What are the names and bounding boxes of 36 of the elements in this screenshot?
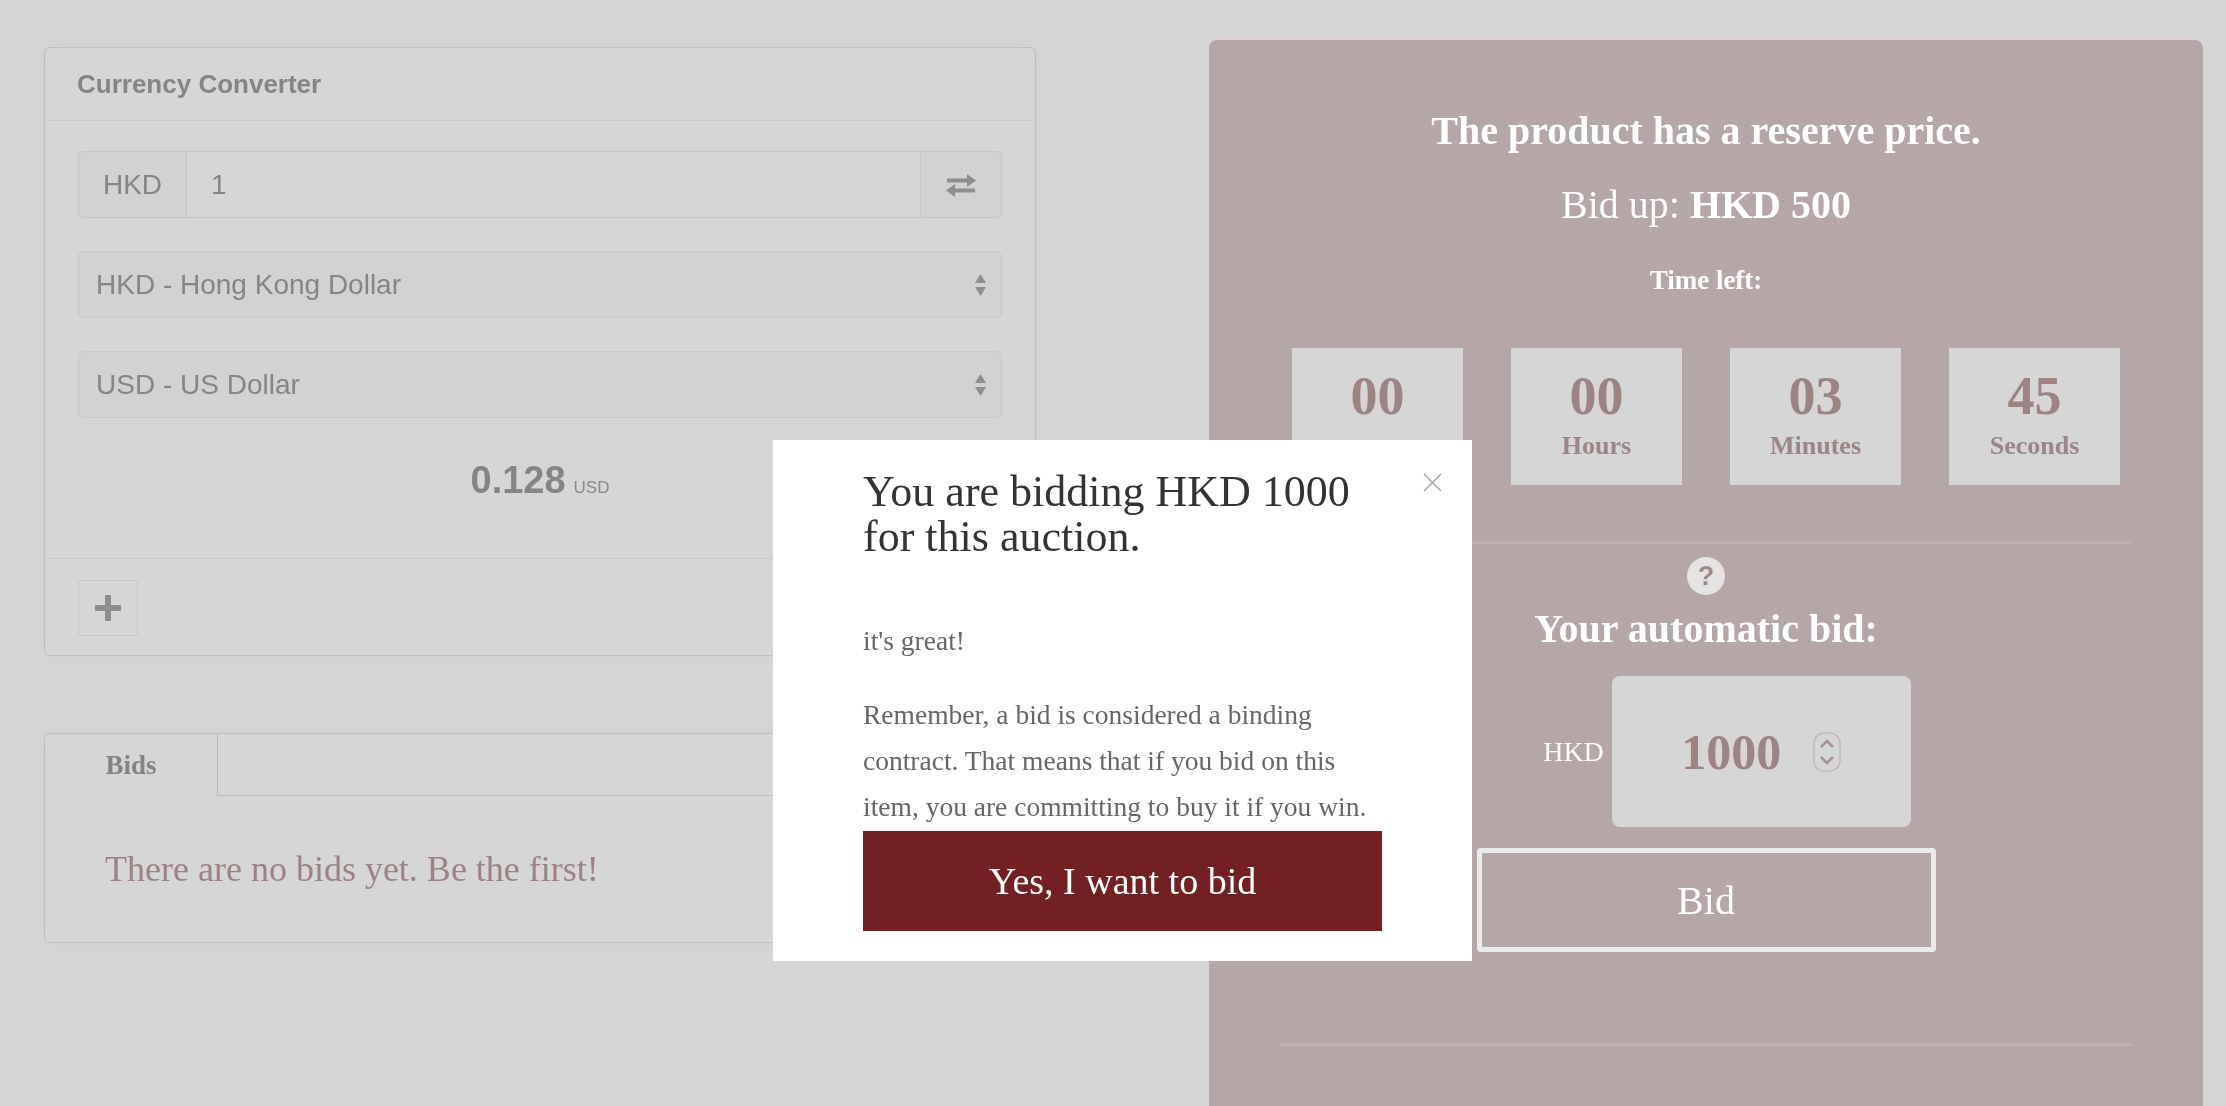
close-icon[interactable] [1423, 473, 1442, 492]
countdown-value: 03 [1788, 366, 1843, 426]
time-left-label: Time left: [1649, 265, 1763, 296]
countdown-value: 00 [1569, 366, 1624, 426]
countdown-unit: Seconds [1989, 431, 2080, 461]
bid-currency-label: HKD [1543, 735, 1604, 768]
empty-bids-message: There are no bids yet. Be the first! [105, 849, 599, 890]
select-arrows-icon [974, 271, 987, 298]
bid-amount-field[interactable]: 1000 [1611, 676, 1911, 827]
plus-icon [95, 595, 121, 621]
automatic-bid-title: Your automatic bid: [1534, 606, 1878, 652]
dialog-subtitle: it's great! [863, 624, 966, 658]
countdown-value: 45 [2007, 366, 2062, 426]
dialog-message: Remember, a bid is considered a binding contract. That means that if you bid on this item, you are committing to buy it if you win. [863, 698, 1368, 824]
select-arrows-icon [974, 371, 987, 398]
bid-button[interactable]: Bid [1476, 848, 1936, 952]
card-title: Currency Converter [77, 68, 322, 100]
countdown-unit: Hours [1561, 431, 1632, 461]
result-currency: USD [573, 478, 610, 498]
bids-tab[interactable]: Bids [45, 734, 218, 796]
dialog-title: You are bidding HKD 1000 for this auction. [863, 469, 1351, 559]
confirm-bid-button[interactable]: Yes, I want to bid [863, 831, 1382, 931]
countdown-value: 00 [1350, 366, 1405, 426]
add-button[interactable] [78, 580, 138, 636]
reserve-price-notice: The product has a reserve price. [1431, 108, 1981, 154]
help-button[interactable]: ? [1687, 557, 1725, 595]
swap-arrows-icon [945, 172, 977, 197]
countdown-unit: Minutes [1770, 431, 1861, 461]
conversion-result: 0.128 [470, 458, 566, 502]
swap-button[interactable] [920, 151, 1002, 218]
to-currency-select[interactable]: USD - US Dollar [78, 351, 1002, 418]
bid-up-amount: Bid up: HKD 500 [1561, 182, 1851, 228]
from-currency-select[interactable]: HKD - Hong Kong Dollar [78, 251, 1002, 318]
stepper-arrows-icon[interactable] [1813, 731, 1842, 772]
amount-input[interactable]: 1 [187, 151, 920, 218]
currency-code-label: HKD [78, 151, 187, 218]
